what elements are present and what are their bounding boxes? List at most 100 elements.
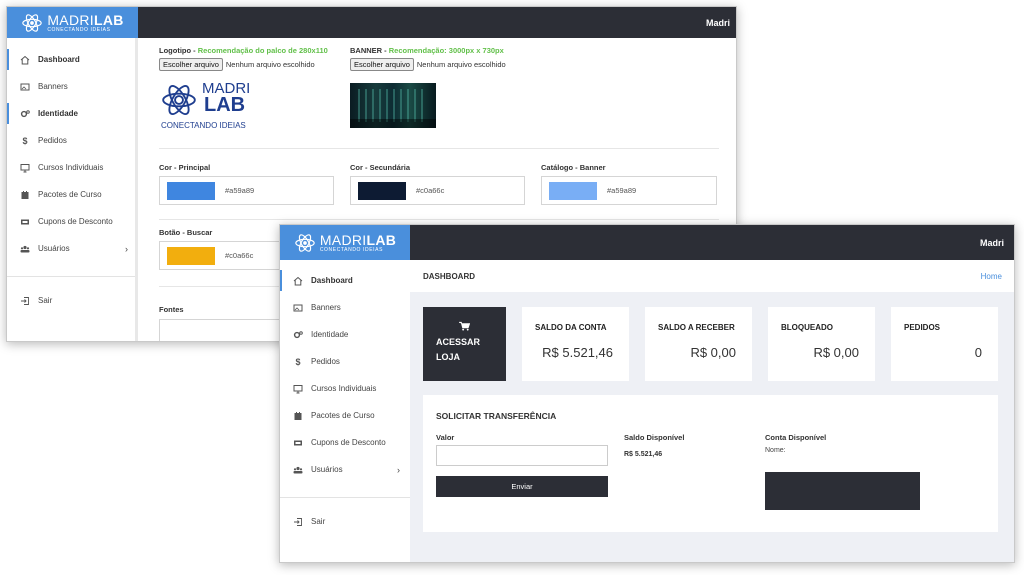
sidebar-item-label: Sair xyxy=(311,517,326,526)
sidebar-item-pacotes-de-curso[interactable]: Pacotes de Curso xyxy=(280,402,410,429)
sidebar-item-label: Sair xyxy=(38,296,53,305)
available-balance-label: Saldo Disponível xyxy=(624,433,685,442)
divider xyxy=(159,148,719,149)
ticket-icon xyxy=(293,438,303,448)
logo-preview: MADRI LAB CONECTANDO IDEIAS xyxy=(159,81,251,131)
fonts-label: Fontes xyxy=(159,305,184,314)
available-account-label: Conta Disponível xyxy=(765,433,827,442)
page-header: DASHBOARD Home xyxy=(410,260,1014,292)
logout-icon xyxy=(293,517,303,527)
color-swatch[interactable] xyxy=(167,246,215,265)
sidebar-item-label: Identidade xyxy=(311,330,349,339)
image-icon xyxy=(20,82,30,92)
users-icon xyxy=(293,465,303,475)
brand-name-light: MADRI xyxy=(319,231,367,248)
user-name[interactable]: Madri xyxy=(980,238,1004,248)
sidebar-item-label: Pedidos xyxy=(38,136,67,145)
sidebar-item-usuarios[interactable]: Usuários › xyxy=(280,456,410,483)
brand-logo[interactable]: MADRILAB CONECTANDO IDEIAS xyxy=(280,225,410,260)
sidebar-item-cupons-de-desconto[interactable]: Cupons de Desconto xyxy=(7,208,138,235)
brand-logo[interactable]: MADRILAB CONECTANDO IDEIAS xyxy=(7,7,138,38)
atom-logo-icon xyxy=(22,13,43,32)
banner-file-input[interactable]: Escolher arquivo Nenhum arquivo escolhid… xyxy=(350,58,506,71)
sidebar-item-label: Pacotes de Curso xyxy=(311,411,375,420)
color-value: #a59a89 xyxy=(225,186,255,195)
sidebar-item-pedidos[interactable]: $ Pedidos xyxy=(280,348,410,375)
monitor-icon xyxy=(293,384,303,394)
sidebar-item-pacotes-de-curso[interactable]: Pacotes de Curso xyxy=(7,181,138,208)
logo-choose-file-button[interactable]: Escolher arquivo xyxy=(159,58,223,71)
dollar-icon: $ xyxy=(295,356,301,367)
sidebar-item-pedidos[interactable]: $ Pedidos xyxy=(7,127,138,154)
sidebar-item-identidade[interactable]: Identidade xyxy=(7,100,138,127)
catalog-banner-color-picker[interactable]: #a59a89 xyxy=(541,176,717,205)
banner-choose-file-button[interactable]: Escolher arquivo xyxy=(350,58,414,71)
logo-upload-label: Logotipo - Recomendação do palco de 280x… xyxy=(159,46,328,55)
sidebar-item-label: Dashboard xyxy=(38,55,80,64)
sidebar-item-banners[interactable]: Banners xyxy=(280,294,410,321)
transfer-title: SOLICITAR TRANSFERÊNCIA xyxy=(436,411,557,421)
sidebar-item-label: Cupons de Desconto xyxy=(38,217,113,226)
sidebar-item-banners[interactable]: Banners xyxy=(7,73,138,100)
sidebar-item-label: Usuários xyxy=(311,465,343,474)
brand-tagline: CONECTANDO IDEIAS xyxy=(319,246,384,253)
color-swatch[interactable] xyxy=(549,181,597,200)
color-value: #c0a66c xyxy=(416,186,445,195)
sidebar-item-label: Cursos Individuais xyxy=(311,384,377,393)
access-store-button[interactable]: ACESSAR LOJA xyxy=(423,307,506,381)
top-bar: Madri xyxy=(410,225,1014,260)
card-title: BLOQUEADO xyxy=(781,323,833,332)
card-value: R$ 0,00 xyxy=(813,345,859,360)
brand-name-light: MADRI xyxy=(47,11,94,28)
sidebar-item-label: Pacotes de Curso xyxy=(38,190,102,199)
sidebar: Dashboard Banners Identidade $ Pedidos C… xyxy=(7,38,138,341)
color-swatch[interactable] xyxy=(358,181,406,200)
card-title: SALDO A RECEBER xyxy=(658,323,735,332)
breadcrumb-home-link[interactable]: Home xyxy=(981,272,1002,281)
sidebar-divider xyxy=(7,276,138,277)
logout-icon xyxy=(20,296,30,306)
sidebar-item-label: Usuários xyxy=(38,244,70,253)
value-label: Valor xyxy=(436,433,455,442)
card-value: R$ 5.521,46 xyxy=(542,345,613,360)
sidebar-item-sair[interactable]: Sair xyxy=(280,508,410,535)
sidebar-item-label: Banners xyxy=(38,82,68,91)
sidebar-item-usuarios[interactable]: Usuários › xyxy=(7,235,138,262)
account-details-box[interactable] xyxy=(765,472,920,510)
sidebar-item-label: Identidade xyxy=(38,109,79,118)
secondary-color-picker[interactable]: #c0a66c xyxy=(350,176,525,205)
send-button[interactable]: Enviar xyxy=(436,476,608,497)
primary-color-picker[interactable]: #a59a89 xyxy=(159,176,334,205)
page-title: DASHBOARD xyxy=(423,272,475,281)
dashboard-window: MADRILAB CONECTANDO IDEIAS Madri Dashboa… xyxy=(279,224,1015,563)
atom-logo-icon xyxy=(295,233,315,252)
chevron-right-icon: › xyxy=(125,243,128,254)
user-name[interactable]: Madri xyxy=(706,18,730,28)
logo-file-status: Nenhum arquivo escolhido xyxy=(225,60,315,69)
sidebar-item-dashboard[interactable]: Dashboard xyxy=(7,46,138,73)
value-input[interactable] xyxy=(436,445,608,466)
sidebar: Dashboard Banners Identidade $ Pedidos C… xyxy=(280,260,410,562)
sidebar-item-identidade[interactable]: Identidade xyxy=(280,321,410,348)
sidebar-item-dashboard[interactable]: Dashboard xyxy=(280,267,410,294)
sidebar-item-cupons-de-desconto[interactable]: Cupons de Desconto xyxy=(280,429,410,456)
image-icon xyxy=(293,303,303,313)
logo-preview-name-bold: LAB xyxy=(204,94,246,116)
brand-name-bold: LAB xyxy=(93,11,124,28)
sidebar-item-label: Cupons de Desconto xyxy=(311,438,386,447)
monitor-icon xyxy=(20,163,30,173)
access-store-label-line1: ACESSAR xyxy=(436,337,481,347)
logo-file-input[interactable]: Escolher arquivo Nenhum arquivo escolhid… xyxy=(159,58,315,71)
sidebar-item-cursos-individuais[interactable]: Cursos Individuais xyxy=(7,154,138,181)
brand-tagline: CONECTANDO IDEIAS xyxy=(47,26,111,33)
home-icon xyxy=(293,276,303,286)
blocked-card: BLOQUEADO R$ 0,00 xyxy=(768,307,875,381)
sidebar-item-sair[interactable]: Sair xyxy=(7,287,138,314)
sidebar-item-label: Cursos Individuais xyxy=(38,163,104,172)
dashboard-main: DASHBOARD Home ACESSAR LOJA SALDO DA CON… xyxy=(410,260,1014,562)
gears-icon xyxy=(20,109,30,119)
card-title: SALDO DA CONTA xyxy=(535,323,607,332)
sidebar-item-cursos-individuais[interactable]: Cursos Individuais xyxy=(280,375,410,402)
banner-upload-label: BANNER - Recomendação: 3000px x 730px xyxy=(350,46,504,55)
color-swatch[interactable] xyxy=(167,181,215,200)
